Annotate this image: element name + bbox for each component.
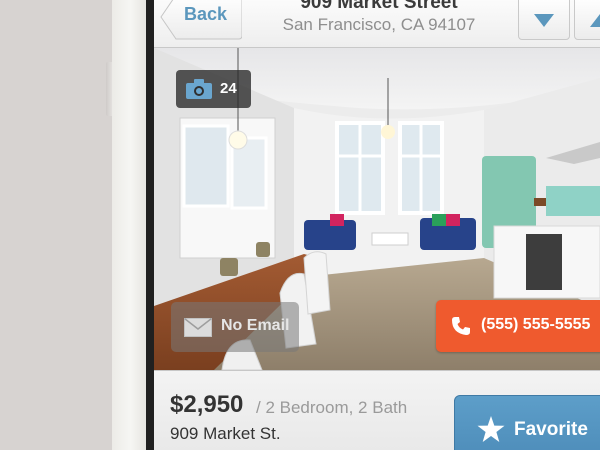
phone-number: (555) 555-5555: [481, 316, 591, 333]
page-subtitle: San Francisco, CA 94107: [282, 15, 476, 34]
device-frame: [112, 0, 146, 450]
listing-address: 909 Market St.: [170, 424, 281, 443]
device-bezel: [146, 0, 154, 450]
email-button-label: No Email: [221, 317, 290, 334]
navigation-bar: Back 909 Market Street San Francisco, CA…: [154, 0, 600, 48]
photo-count-badge[interactable]: 24: [176, 70, 251, 108]
listing-info: $2,950 / 2 Bedroom, 2 Bath 909 Market St…: [154, 370, 600, 450]
background: [0, 0, 112, 450]
chevron-up-icon: [590, 14, 600, 27]
back-button-label: Back: [184, 4, 228, 24]
chevron-down-icon: [534, 14, 554, 27]
photo-count: 24: [220, 80, 237, 97]
listing-price: $2,950: [170, 391, 244, 418]
star-icon: [477, 416, 505, 442]
next-listing-button[interactable]: [518, 0, 570, 40]
favorite-button[interactable]: Favorite: [454, 395, 600, 450]
listing-photo[interactable]: 24 No Email (555) 555-5555: [154, 48, 600, 370]
envelope-icon: [184, 318, 212, 337]
call-button[interactable]: (555) 555-5555: [436, 300, 600, 352]
favorite-button-label: Favorite: [514, 419, 588, 440]
phone-icon: [452, 317, 470, 335]
listing-details: / 2 Bedroom, 2 Bath: [256, 398, 408, 417]
phone-screen: Back 909 Market Street San Francisco, CA…: [154, 0, 600, 450]
email-button[interactable]: No Email: [171, 302, 299, 352]
previous-listing-button[interactable]: [574, 0, 600, 40]
page-title: 909 Market Street: [300, 0, 458, 13]
back-button[interactable]: Back: [160, 0, 242, 40]
camera-icon: [186, 79, 212, 99]
